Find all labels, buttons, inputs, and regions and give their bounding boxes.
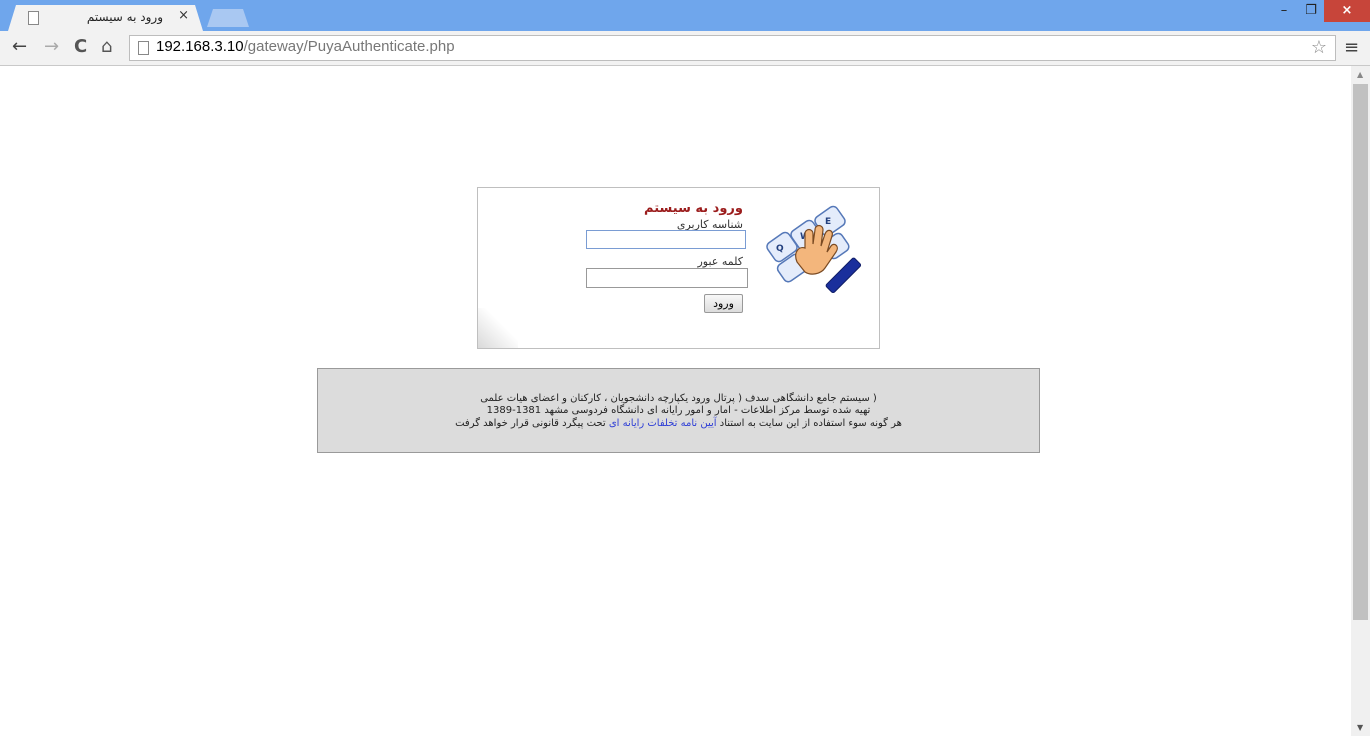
username-input[interactable] [586,230,746,249]
scrollbar-thumb[interactable] [1353,84,1368,620]
password-label: کلمه عبور [697,255,743,268]
scroll-down-arrow-icon[interactable]: ▼ [1357,723,1363,732]
minimize-button[interactable]: – [1270,0,1298,22]
title-bar: ورود به سیستم × – ❐ × [0,0,1370,31]
login-button[interactable]: ورود [704,294,743,313]
info-line-2: تهیه شده توسط مرکز اطلاعات - امار و امور… [486,405,871,416]
address-bar[interactable]: 192.168.3.10/gateway/PuyaAuthenticate.ph… [129,35,1336,61]
page-icon [28,11,39,25]
login-panel: ورود به سیستم شناسه کاربری کلمه عبور ورو… [477,187,880,349]
scroll-up-arrow-icon[interactable]: ▲ [1357,70,1363,79]
info-line-3-before: هر گونه سوء استفاده از این سایت به استنا… [716,418,902,429]
tab-close-icon[interactable]: × [178,8,189,23]
corner-decoration [478,308,518,348]
reload-icon[interactable]: C [74,37,87,57]
keyboard-hand-icon: Q W E [766,205,862,294]
tab-title: ورود به سیستم [86,10,163,24]
page-icon [138,41,149,55]
info-line-3: هر گونه سوء استفاده از این سایت به استنا… [318,418,1039,429]
info-line-3-after: تحت پیگرد قانونی قرار خواهد گرفت [455,418,609,429]
home-icon[interactable]: ⌂ [101,37,112,57]
back-arrow-icon[interactable]: ← [12,37,27,57]
url-host: 192.168.3.10 [156,38,244,55]
tab-active[interactable]: ورود به سیستم × [8,5,203,31]
bookmark-star-icon[interactable]: ☆ [1311,37,1327,58]
url-path: /gateway/PuyaAuthenticate.php [243,38,455,55]
forward-arrow-icon[interactable]: → [44,37,59,57]
url-text[interactable]: 192.168.3.10/gateway/PuyaAuthenticate.ph… [156,38,455,55]
new-tab-button[interactable] [207,9,249,27]
info-line-1: ( سیستم جامع دانشگاهی سدف ( پرتال ورود ی… [480,393,877,404]
login-title: ورود به سیستم [644,201,743,216]
browser-toolbar: ← → C ⌂ 192.168.3.10/gateway/PuyaAuthent… [0,31,1370,66]
maximize-button[interactable]: ❐ [1298,0,1324,22]
info-panel: ( سیستم جامع دانشگاهی سدف ( پرتال ورود ی… [317,368,1040,453]
key-e-label: E [825,217,831,227]
key-q-label: Q [776,244,784,254]
regulations-link[interactable]: آیین نامه تخلفات رایانه ای [609,418,717,429]
vertical-scrollbar[interactable]: ▲ ▼ [1351,66,1370,736]
menu-icon[interactable]: ≡ [1344,37,1359,58]
close-window-button[interactable]: × [1324,0,1370,22]
password-input[interactable] [586,268,748,288]
